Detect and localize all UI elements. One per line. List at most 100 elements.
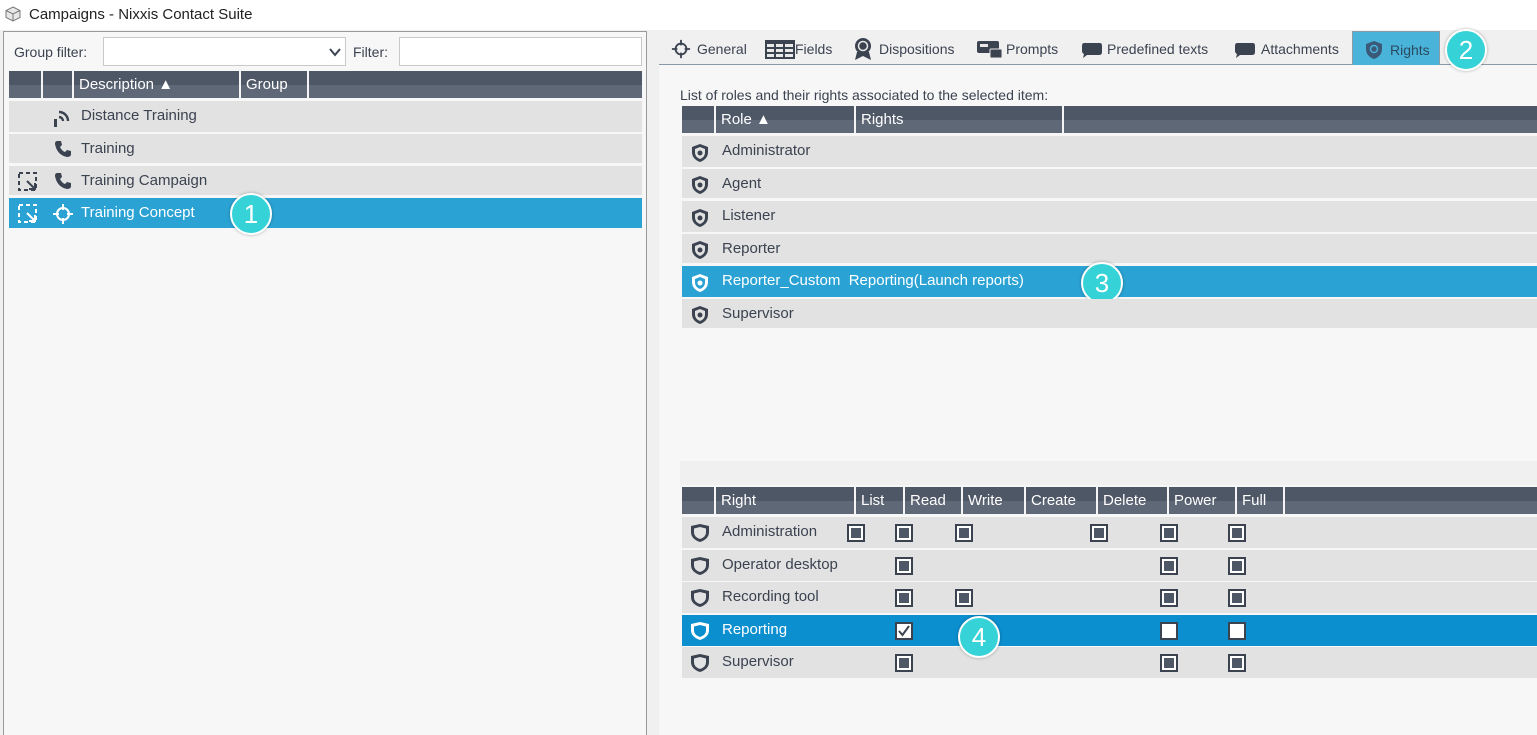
checkbox-power[interactable] <box>1160 589 1178 607</box>
tab-prompts-label: Prompts <box>1006 41 1059 57</box>
checkbox-read[interactable] <box>895 654 913 672</box>
right-row-selected[interactable]: Reporting <box>682 615 1537 647</box>
tab-prompts[interactable]: Prompts <box>977 31 1058 65</box>
group-filter-label: Group filter: <box>14 44 88 60</box>
callout-badge-2: 2 <box>1445 29 1487 71</box>
prompts-icon <box>977 41 1003 59</box>
tab-general[interactable]: General <box>671 31 747 65</box>
checkbox-full[interactable] <box>1228 654 1246 672</box>
checkbox-power[interactable] <box>1160 524 1178 542</box>
role-shield-icon <box>692 306 708 324</box>
campaign-row[interactable]: Distance Training <box>9 101 642 133</box>
tab-fields[interactable]: Fields <box>765 31 832 65</box>
rights-grid-header: Right List Read Write Create Delete Powe… <box>682 487 1537 514</box>
right-label: Operator desktop <box>722 556 838 573</box>
right-shield-icon <box>691 589 709 607</box>
splitter[interactable] <box>680 461 1537 485</box>
phone-icon <box>55 141 71 157</box>
checkbox-read[interactable] <box>895 589 913 607</box>
tab-attachments[interactable]: Attachments <box>1234 31 1339 65</box>
tab-rights[interactable]: Rights <box>1352 31 1440 65</box>
right-shield-icon <box>691 622 709 640</box>
role-shield-icon <box>692 274 708 292</box>
column-create[interactable]: Create <box>1026 487 1098 514</box>
chevron-down-icon[interactable] <box>329 47 341 57</box>
column-role[interactable]: Role ▲ <box>716 106 856 133</box>
tab-predefined-texts-label: Predefined texts <box>1107 41 1209 57</box>
column-power[interactable]: Power <box>1169 487 1237 514</box>
campaign-label: Training Concept <box>81 204 195 221</box>
column-description[interactable]: Description ▲ <box>74 71 241 98</box>
roles-caption: List of roles and their rights associate… <box>680 87 1049 103</box>
tab-rights-label: Rights <box>1390 42 1430 58</box>
tab-dispositions[interactable]: Dispositions <box>852 31 954 65</box>
checkbox-delete[interactable] <box>1090 524 1108 542</box>
badge-award-icon <box>855 38 871 60</box>
right-row[interactable]: Administration <box>682 517 1537 549</box>
column-full[interactable]: Full <box>1237 487 1285 514</box>
right-row[interactable]: Supervisor <box>682 647 1537 679</box>
header-cell-blank[interactable] <box>682 106 716 133</box>
right-label: Recording tool <box>722 588 819 605</box>
role-shield-icon <box>692 241 708 259</box>
checkbox-full[interactable] <box>1228 524 1246 542</box>
right-label: Administration <box>722 523 818 540</box>
checkbox-read[interactable] <box>895 524 913 542</box>
right-row[interactable]: Operator desktop <box>682 550 1537 582</box>
campaign-row-selected[interactable]: Training Concept <box>9 198 642 229</box>
checkbox-full[interactable] <box>1228 557 1246 575</box>
rights-panel: General Fields Dispositions Prompts Pred… <box>659 29 1537 735</box>
role-row[interactable]: Listener <box>682 201 1537 233</box>
role-label: Administrator <box>722 142 811 159</box>
checkbox-write[interactable] <box>955 524 973 542</box>
header-cell-blank[interactable] <box>682 487 716 514</box>
column-list[interactable]: List <box>856 487 905 514</box>
filter-input[interactable] <box>399 37 642 66</box>
role-label: Reporter_Custom Reporting(Launch reports… <box>722 272 1024 289</box>
right-label: Reporting <box>722 621 788 638</box>
checkbox-read[interactable] <box>895 622 913 640</box>
checkbox-full[interactable] <box>1228 622 1246 640</box>
column-read[interactable]: Read <box>905 487 963 514</box>
header-cell-blank-1[interactable] <box>9 71 43 98</box>
checkmark-icon <box>898 625 910 637</box>
column-right[interactable]: Right <box>716 487 856 514</box>
checkbox-read[interactable] <box>895 557 913 575</box>
campaign-label: Training Campaign <box>81 172 208 189</box>
crosshair-icon <box>53 204 73 224</box>
phone-icon <box>55 173 71 189</box>
role-row[interactable]: Supervisor <box>682 299 1537 329</box>
campaign-row[interactable]: Training Campaign <box>9 166 642 196</box>
checkbox-full[interactable] <box>1228 589 1246 607</box>
group-filter-dropdown[interactable] <box>103 37 346 66</box>
speech-bubble-icon <box>1235 43 1255 58</box>
role-row[interactable]: Agent <box>682 169 1537 199</box>
checkbox-power[interactable] <box>1160 557 1178 575</box>
tab-fields-label: Fields <box>795 41 833 57</box>
right-row[interactable]: Recording tool <box>682 582 1537 614</box>
campaign-grid-header: Description ▲ Group <box>9 71 642 98</box>
shield-icon <box>1366 41 1382 59</box>
tab-attachments-label: Attachments <box>1261 41 1339 57</box>
column-rights[interactable]: Rights <box>856 106 1064 133</box>
window-title: Campaigns - Nixxis Contact Suite <box>29 6 253 23</box>
column-group[interactable]: Group <box>241 71 309 98</box>
role-shield-icon <box>692 176 708 194</box>
checkbox-power[interactable] <box>1160 654 1178 672</box>
role-label: Reporter <box>722 240 781 257</box>
dashed-select-icon <box>18 204 37 223</box>
header-cell-blank-2[interactable] <box>43 71 74 98</box>
column-write[interactable]: Write <box>963 487 1026 514</box>
column-delete[interactable]: Delete <box>1098 487 1169 514</box>
tab-bar: General Fields Dispositions Prompts Pred… <box>659 31 1537 65</box>
role-row[interactable]: Administrator <box>682 136 1537 168</box>
role-row[interactable]: Reporter <box>682 234 1537 264</box>
role-label: Agent <box>722 175 762 192</box>
checkbox-write[interactable] <box>955 589 973 607</box>
campaign-row[interactable]: Training <box>9 134 642 164</box>
checkbox-list[interactable] <box>847 524 865 542</box>
tab-predefined-texts[interactable]: Predefined texts <box>1081 31 1208 65</box>
checkbox-power[interactable] <box>1160 622 1178 640</box>
filter-label: Filter: <box>353 44 388 60</box>
role-label: Listener <box>722 207 776 224</box>
